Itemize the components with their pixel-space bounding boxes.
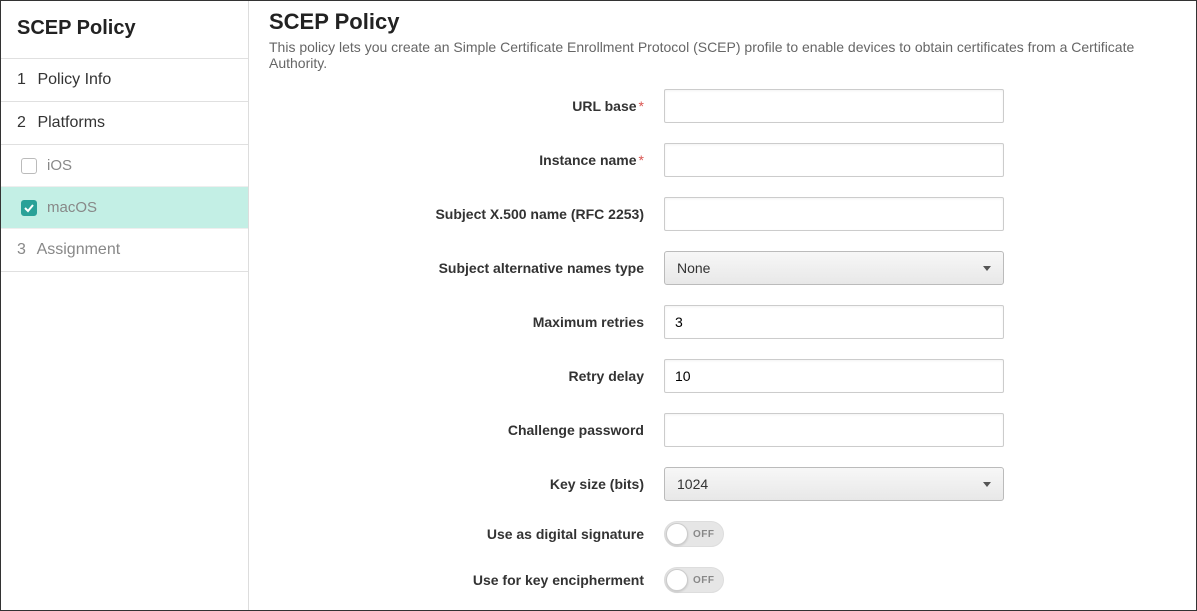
main-panel: SCEP Policy This policy lets you create …: [249, 1, 1196, 610]
step-num: 3: [17, 241, 33, 259]
platform-label: macOS: [47, 199, 97, 216]
label-url-base: URL base*: [269, 98, 664, 114]
step-num: 2: [17, 114, 33, 132]
input-retry-delay[interactable]: [664, 359, 1004, 393]
select-key-size[interactable]: 1024: [664, 467, 1004, 501]
step-label: Assignment: [37, 241, 121, 258]
sidebar: SCEP Policy 1 Policy Info 2 Platforms iO…: [1, 1, 249, 610]
required-mark: *: [639, 98, 644, 114]
step-label: Policy Info: [37, 71, 111, 88]
required-mark: *: [639, 152, 644, 168]
checkbox-unchecked-icon[interactable]: [21, 158, 37, 174]
label-max-retries: Maximum retries: [269, 314, 664, 330]
select-san-type[interactable]: None: [664, 251, 1004, 285]
step-platforms[interactable]: 2 Platforms: [1, 102, 248, 145]
toggle-key-encipherment[interactable]: OFF: [664, 567, 724, 593]
step-label: Platforms: [37, 114, 105, 131]
step-num: 1: [17, 71, 33, 89]
label-subject-x500: Subject X.500 name (RFC 2253): [269, 206, 664, 222]
platform-label: iOS: [47, 157, 72, 174]
label-key-encipherment: Use for key encipherment: [269, 572, 664, 588]
label-challenge-password: Challenge password: [269, 422, 664, 438]
label-key-size: Key size (bits): [269, 476, 664, 492]
page-description: This policy lets you create an Simple Ce…: [269, 39, 1176, 71]
toggle-digital-signature[interactable]: OFF: [664, 521, 724, 547]
checkbox-checked-icon[interactable]: [21, 200, 37, 216]
platform-item-macos[interactable]: macOS: [1, 187, 248, 229]
label-digital-signature: Use as digital signature: [269, 526, 664, 542]
label-san-type: Subject alternative names type: [269, 260, 664, 276]
input-instance-name[interactable]: [664, 143, 1004, 177]
input-subject-x500[interactable]: [664, 197, 1004, 231]
page-title: SCEP Policy: [269, 9, 1176, 35]
app-container: SCEP Policy 1 Policy Info 2 Platforms iO…: [0, 0, 1197, 611]
select-value: 1024: [677, 476, 708, 492]
caret-down-icon: [983, 482, 991, 487]
toggle-state: OFF: [693, 575, 715, 586]
toggle-knob: [666, 523, 688, 545]
input-url-base[interactable]: [664, 89, 1004, 123]
label-retry-delay: Retry delay: [269, 368, 664, 384]
step-policy-info[interactable]: 1 Policy Info: [1, 59, 248, 102]
toggle-state: OFF: [693, 529, 715, 540]
platform-item-ios[interactable]: iOS: [1, 145, 248, 187]
input-challenge-password[interactable]: [664, 413, 1004, 447]
toggle-knob: [666, 569, 688, 591]
step-assignment[interactable]: 3 Assignment: [1, 229, 248, 272]
input-max-retries[interactable]: [664, 305, 1004, 339]
select-value: None: [677, 260, 710, 276]
caret-down-icon: [983, 266, 991, 271]
sidebar-title: SCEP Policy: [1, 1, 248, 59]
label-instance-name: Instance name*: [269, 152, 664, 168]
